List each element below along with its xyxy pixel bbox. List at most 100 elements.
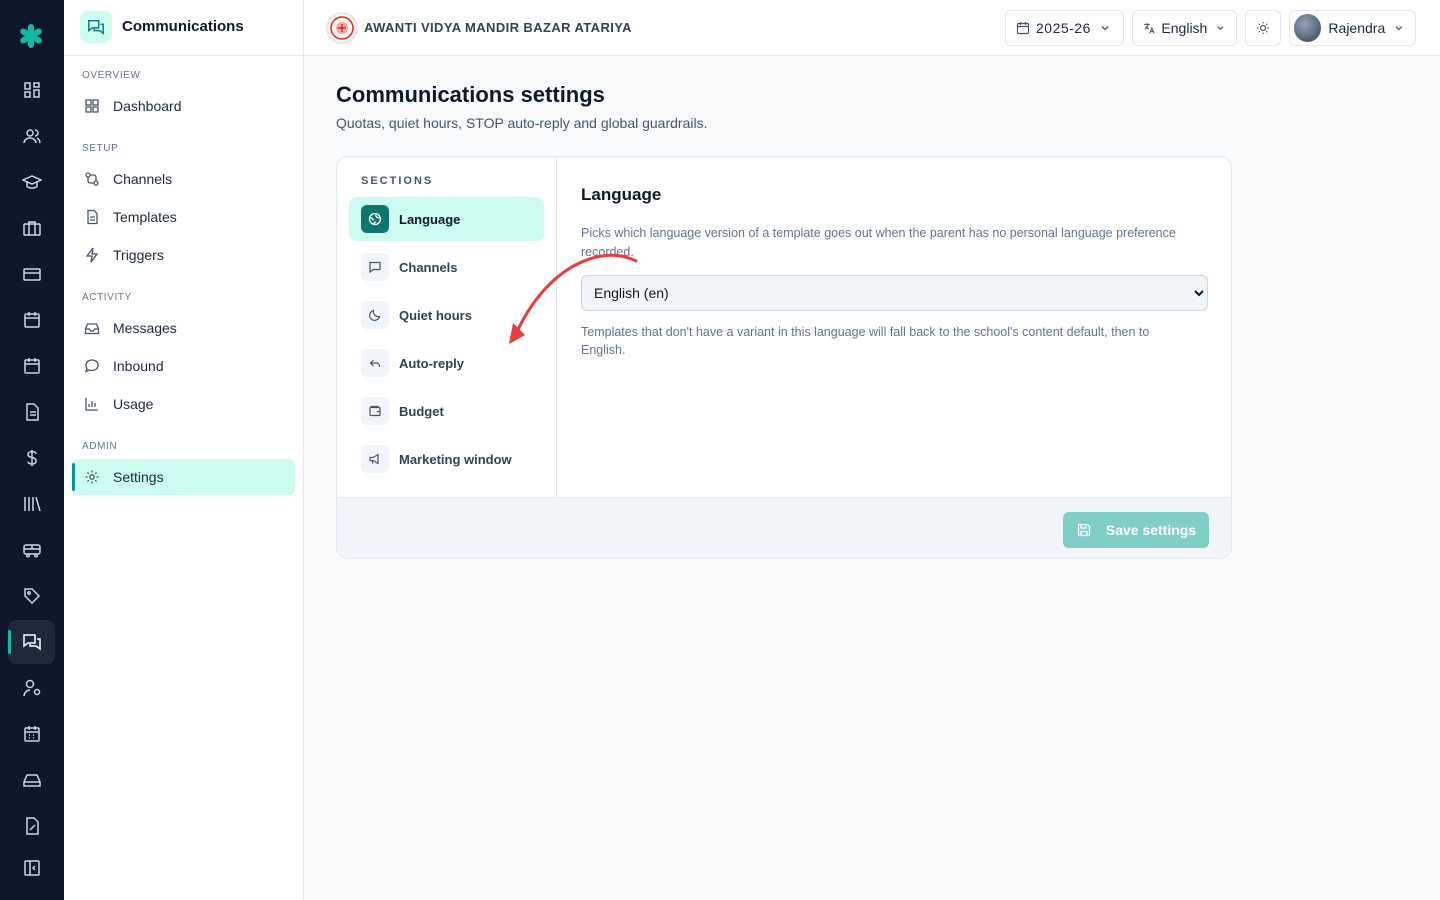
section-setup: SETUP xyxy=(82,143,119,154)
section-tab-auto-reply[interactable]: Auto-reply xyxy=(349,341,544,385)
sidebar-header: Communications xyxy=(64,0,303,56)
save-settings-label: Save settings xyxy=(1105,522,1197,538)
section-admin: ADMIN xyxy=(82,441,118,452)
academic-year-label: 2025-26 xyxy=(1036,20,1091,36)
chevron-down-icon xyxy=(1101,26,1109,31)
reply-icon xyxy=(361,349,389,377)
sidebar-item-label: Inbound xyxy=(113,358,164,374)
sidebar-item-label: Triggers xyxy=(113,247,164,263)
sidebar-item-label: Usage xyxy=(113,396,154,412)
card-footer: Save settings xyxy=(337,497,1231,558)
section-tab-channels[interactable]: Channels xyxy=(349,245,544,289)
save-settings-button[interactable]: Save settings xyxy=(1063,512,1209,548)
chevron-down-icon xyxy=(1217,26,1224,31)
card-icon[interactable] xyxy=(22,264,42,284)
sections-heading: SECTIONS xyxy=(361,175,434,187)
section-tab-marketing-window[interactable]: Marketing window xyxy=(349,437,544,481)
page-subtitle: Quotas, quiet hours, STOP auto-reply and… xyxy=(336,115,708,131)
school-logo xyxy=(326,12,358,44)
fallback-note: Templates that don't have a variant in t… xyxy=(581,325,1150,357)
channels-icon xyxy=(85,172,99,186)
page-title: Communications settings xyxy=(336,82,605,107)
section-tab-label: Marketing window xyxy=(399,451,512,467)
calendar-grid-icon[interactable] xyxy=(22,724,42,744)
rail-active-indicator xyxy=(8,630,11,654)
communications-app-icon xyxy=(80,11,112,43)
wallet-icon xyxy=(361,397,389,425)
app-logo-icon[interactable] xyxy=(17,22,45,50)
school-name: AWANTI VIDYA MANDIR BAZAR ATARIYA xyxy=(364,20,632,35)
sidebar-item-label: Settings xyxy=(113,469,164,485)
settings-card: SECTIONS Language Channels Quiet hours A… xyxy=(336,156,1232,559)
calendar-icon xyxy=(1016,22,1030,35)
translate-icon xyxy=(1144,23,1155,34)
globe-icon xyxy=(361,205,389,233)
bus-icon[interactable] xyxy=(22,540,42,560)
message-square-icon xyxy=(361,253,389,281)
section-tab-budget[interactable]: Budget xyxy=(349,389,544,433)
section-activity: ACTIVITY xyxy=(82,292,132,303)
section-tab-label: Budget xyxy=(399,403,444,419)
theme-toggle-button[interactable] xyxy=(1245,10,1281,46)
section-tab-quiet-hours[interactable]: Quiet hours xyxy=(349,293,544,337)
user-settings-icon[interactable] xyxy=(22,678,42,698)
document-icon[interactable] xyxy=(22,402,42,422)
gear-icon xyxy=(85,470,99,484)
sidebar-item-dashboard[interactable]: Dashboard xyxy=(72,88,295,124)
section-overview: OVERVIEW xyxy=(82,70,141,81)
sidebar-item-channels[interactable]: Channels xyxy=(72,161,295,197)
collapse-sidebar-icon[interactable] xyxy=(22,858,42,878)
chevron-down-icon xyxy=(1395,26,1403,31)
sidebar-item-inbound[interactable]: Inbound xyxy=(72,348,295,384)
save-icon xyxy=(1077,523,1091,537)
dashboard-icon[interactable] xyxy=(22,80,42,100)
megaphone-icon xyxy=(361,445,389,473)
users-icon[interactable] xyxy=(22,126,42,146)
user-menu-button[interactable]: Rajendra xyxy=(1289,10,1416,46)
language-label: English xyxy=(1161,20,1208,36)
calendar-icon[interactable] xyxy=(22,310,42,330)
language-selector[interactable]: English xyxy=(1132,10,1237,46)
academic-year-selector[interactable]: 2025-26 xyxy=(1005,10,1124,46)
section-tab-label: Quiet hours xyxy=(399,307,472,323)
section-tab-language[interactable]: Language xyxy=(349,197,544,241)
app-title: Communications xyxy=(122,18,244,35)
dollar-icon[interactable] xyxy=(22,448,42,468)
panel-description: Picks which language version of a templa… xyxy=(581,226,1176,259)
sidebar-item-label: Messages xyxy=(113,320,177,336)
inbox-icon xyxy=(84,323,100,335)
sidebar-item-usage[interactable]: Usage xyxy=(72,386,295,422)
section-tab-label: Channels xyxy=(399,259,458,275)
lightning-icon xyxy=(85,247,99,263)
top-bar: AWANTI VIDYA MANDIR BAZAR ATARIYA 2025-2… xyxy=(304,0,1440,56)
sun-icon xyxy=(1257,22,1269,34)
file-edit-icon[interactable] xyxy=(22,816,42,836)
sidebar-item-templates[interactable]: Templates xyxy=(72,199,295,235)
file-text-icon xyxy=(87,209,98,225)
dashboard-icon xyxy=(85,99,99,113)
app-rail xyxy=(0,0,64,900)
moon-icon xyxy=(361,301,389,329)
storage-icon[interactable] xyxy=(22,770,42,790)
panel-title: Language xyxy=(581,185,662,204)
sidebar: Communications OVERVIEW Dashboard SETUP … xyxy=(64,0,304,900)
section-tab-label: Language xyxy=(399,211,461,227)
sidebar-item-label: Dashboard xyxy=(113,98,182,114)
section-tab-label: Auto-reply xyxy=(399,355,464,371)
chat-bubble-icon xyxy=(84,359,99,373)
bar-chart-icon xyxy=(85,398,98,411)
avatar xyxy=(1294,14,1322,42)
sidebar-item-label: Templates xyxy=(113,209,177,225)
library-icon[interactable] xyxy=(22,494,42,514)
briefcase-icon[interactable] xyxy=(22,218,42,238)
graduation-cap-icon[interactable] xyxy=(22,172,42,192)
sections-nav: SECTIONS Language Channels Quiet hours A… xyxy=(337,157,557,497)
tag-icon[interactable] xyxy=(22,586,42,606)
default-language-select[interactable]: English (en) xyxy=(581,275,1208,311)
messages-icon[interactable] xyxy=(22,632,42,652)
user-name: Rajendra xyxy=(1328,20,1386,36)
sidebar-item-settings[interactable]: Settings xyxy=(72,459,295,495)
calendar-alt-icon[interactable] xyxy=(22,356,42,376)
sidebar-item-triggers[interactable]: Triggers xyxy=(72,237,295,273)
sidebar-item-messages[interactable]: Messages xyxy=(72,310,295,346)
